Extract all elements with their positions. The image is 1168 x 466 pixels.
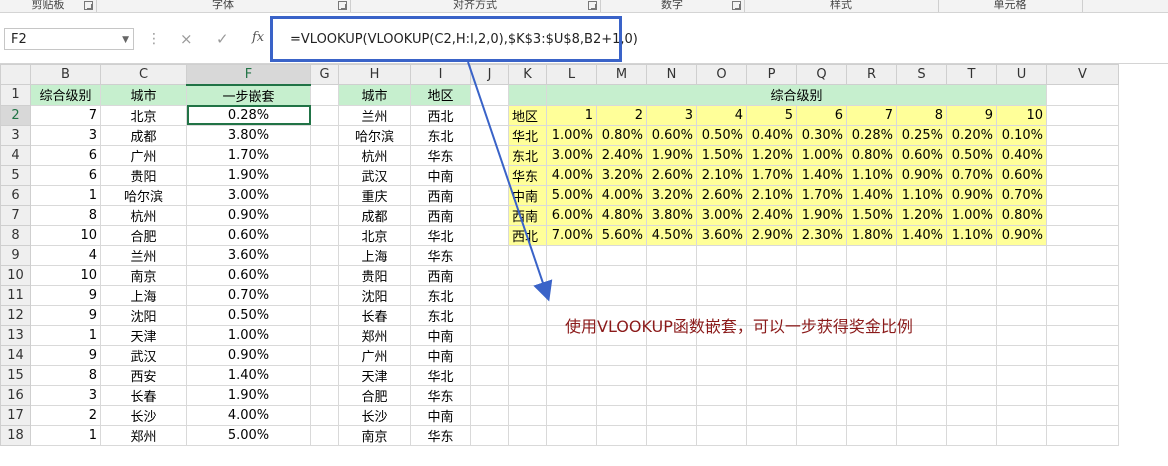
arrow-line: [467, 61, 553, 302]
annotation-arrow: [467, 61, 553, 302]
annotation-text: 使用VLOOKUP函数嵌套，可以一步获得奖金比例: [565, 317, 913, 336]
